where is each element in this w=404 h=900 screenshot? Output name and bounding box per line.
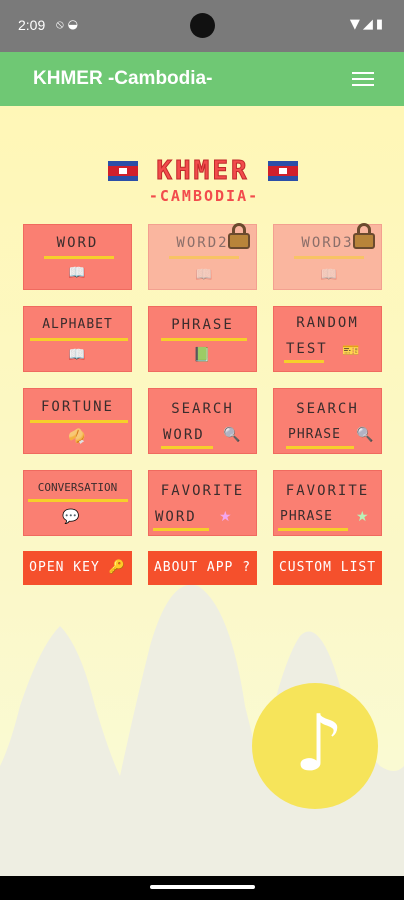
custom-list-label: CUSTOM LIST <box>278 560 377 575</box>
key-icon: 🔑 <box>108 560 126 575</box>
about-app-label: ABOUT APP <box>153 560 234 575</box>
open-key-label: OPEN KEY <box>29 560 100 575</box>
logo-title: KHMER <box>156 156 250 187</box>
favorite-word-tile[interactable]: FAVORITE WORD ★ <box>148 470 257 536</box>
phrase-tile[interactable]: PHRASE 📗 <box>148 306 257 372</box>
about-app-button[interactable]: ABOUT APP ? <box>148 551 257 585</box>
test-ticket-icon: 🎫 <box>342 343 360 359</box>
magnifier-icon: 🔍 <box>356 427 374 443</box>
music-note-icon: ♪ <box>294 699 344 789</box>
tile-label: FAVORITE <box>160 483 245 499</box>
lock-icon <box>351 223 377 251</box>
tile-label: PHRASE <box>171 317 234 333</box>
camera-cutout <box>190 13 215 38</box>
tile-label: WORD <box>163 427 205 443</box>
tile-label: ALPHABET <box>42 317 113 332</box>
hamburger-menu-icon[interactable] <box>352 68 374 88</box>
notification-icons: ⦸ ◒ <box>56 17 79 31</box>
alphabet-tile[interactable]: ALPHABET 📖 <box>23 306 132 372</box>
speech-bubble-icon: 💬 <box>62 509 80 525</box>
tile-label: CONVERSATION <box>37 481 118 494</box>
book-icon: 📖 <box>68 347 86 363</box>
khmer-logo: KHMER -CAMBODIA- <box>108 156 298 212</box>
book-icon: 📖 <box>68 265 86 281</box>
navigation-bar <box>0 876 404 900</box>
book-icon: 📖 <box>320 267 338 283</box>
music-toggle-button[interactable]: ♪ <box>252 683 378 809</box>
custom-list-button[interactable]: CUSTOM LIST <box>273 551 382 585</box>
status-bar: 2:09 ⦸ ◒ ▼◢▮ <box>0 0 404 52</box>
book-icon: 📖 <box>195 267 213 283</box>
book-icon: 📗 <box>193 347 211 363</box>
word2-tile[interactable]: WORD2 📖 <box>148 223 257 290</box>
fortune-cookie-icon: 🥠 <box>68 429 86 445</box>
cambodia-flag-icon <box>108 161 138 181</box>
logo-subtitle: -CAMBODIA- <box>148 187 260 205</box>
conversation-tile[interactable]: CONVERSATION 💬 <box>23 470 132 536</box>
question-circle-icon: ? <box>242 560 252 575</box>
home-gesture-handle[interactable] <box>150 885 255 889</box>
system-status-icons: ▼◢▮ <box>349 17 386 32</box>
tile-label: WORD <box>155 509 197 525</box>
tile-label: FAVORITE <box>285 483 370 499</box>
status-time: 2:09 <box>18 17 46 33</box>
tile-label: SEARCH <box>296 401 359 417</box>
tile-label: FORTUNE <box>40 399 114 415</box>
fortune-tile[interactable]: FORTUNE 🥠 <box>23 388 132 454</box>
app-title: KHMER -Cambodia- <box>33 68 213 89</box>
lock-icon <box>226 223 252 251</box>
tile-label: TEST <box>286 341 328 357</box>
search-word-tile[interactable]: SEARCH WORD 🔍 <box>148 388 257 454</box>
search-phrase-tile[interactable]: SEARCH PHRASE 🔍 <box>273 388 382 454</box>
star-icon: ★ <box>356 509 369 525</box>
magnifier-icon: 🔍 <box>223 427 241 443</box>
word3-tile[interactable]: WORD3 📖 <box>273 223 382 290</box>
tile-label: WORD <box>56 235 99 251</box>
tile-label: SEARCH <box>171 401 234 417</box>
random-test-tile[interactable]: RANDOM TEST 🎫 <box>273 306 382 372</box>
cambodia-flag-icon <box>268 161 298 181</box>
app-bar: KHMER -Cambodia- <box>0 52 404 106</box>
favorite-phrase-tile[interactable]: FAVORITE PHRASE ★ <box>273 470 382 536</box>
open-key-button[interactable]: OPEN KEY 🔑 <box>23 551 132 585</box>
star-icon: ★ <box>219 509 232 525</box>
main-content: KHMER -CAMBODIA- WORD 📖 WORD2 📖 WORD3 📖 … <box>0 106 404 876</box>
tile-label: RANDOM <box>296 315 359 331</box>
word-tile[interactable]: WORD 📖 <box>23 224 132 290</box>
